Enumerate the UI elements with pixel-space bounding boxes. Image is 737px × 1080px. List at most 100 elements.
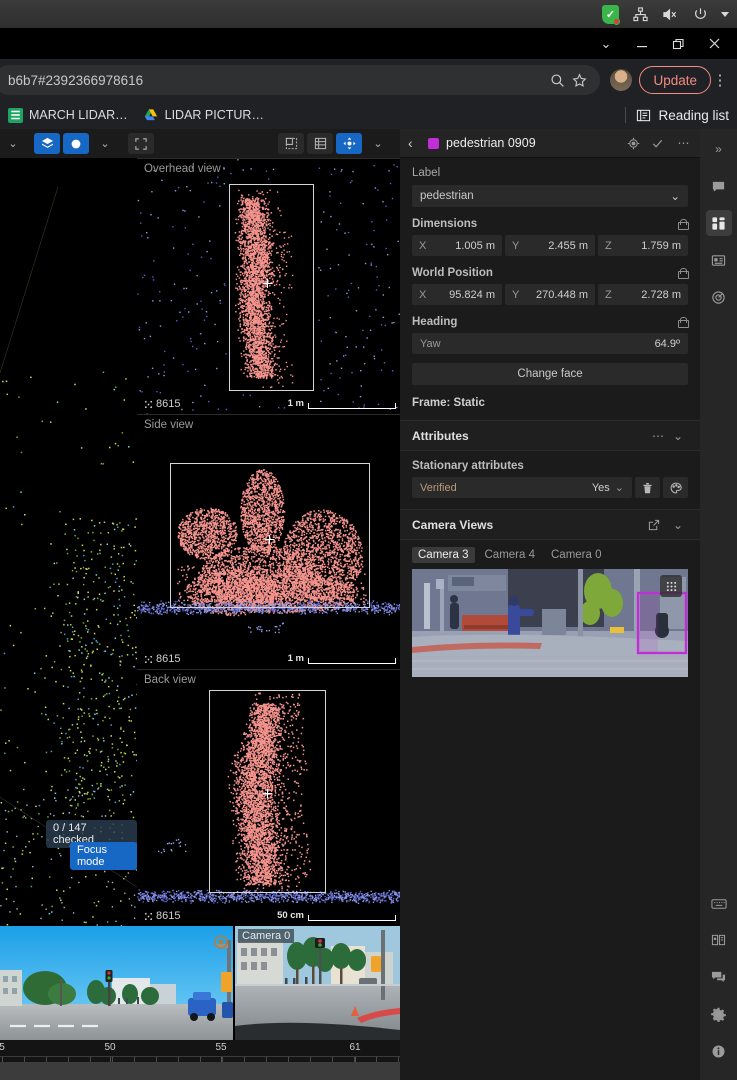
browser-toolbar: b6b7#2392366978616 Update ⋮ — [0, 59, 737, 101]
camera-preview[interactable] — [412, 569, 688, 677]
label-select[interactable]: pedestrian ⌄ — [412, 185, 688, 207]
field-value: 1.759 m — [641, 239, 681, 252]
timeline[interactable]: 5 50 55 61 — [0, 1040, 400, 1080]
view-dropdown[interactable]: ⌄ — [0, 133, 26, 154]
attributes-header[interactable]: Attributes ⋯ ⌄ — [400, 421, 700, 451]
grid-panel-icon[interactable] — [705, 210, 732, 236]
manual-icon[interactable] — [706, 927, 732, 953]
chat-icon[interactable] — [706, 964, 732, 990]
popout-icon[interactable] — [648, 519, 668, 531]
center-crosshair — [263, 279, 272, 288]
camera-thumbnail[interactable] — [0, 926, 233, 1040]
camera-thumbnail[interactable]: Camera 0 — [235, 926, 400, 1040]
settings-gear-icon[interactable] — [706, 1001, 732, 1027]
field-value: 270.448 m — [536, 288, 588, 301]
list-card-icon[interactable] — [706, 247, 732, 273]
target-icon[interactable] — [627, 137, 644, 150]
volume-muted-icon[interactable] — [661, 5, 679, 23]
change-face-button[interactable]: Change face — [412, 363, 688, 385]
power-icon[interactable] — [691, 5, 709, 23]
main-point-cloud — [0, 187, 137, 926]
drive-icon — [144, 108, 159, 123]
point-count-value: 8615 — [156, 653, 181, 665]
minimize-button[interactable] — [633, 35, 651, 53]
palette-icon[interactable] — [663, 477, 688, 498]
kebab-icon[interactable]: ⋮ — [711, 71, 729, 89]
bookmark-item[interactable]: ☰ MARCH LIDAR… — [8, 107, 128, 123]
avatar[interactable] — [610, 69, 633, 91]
check-icon[interactable] — [651, 137, 668, 150]
omnibox[interactable]: b6b7#2392366978616 — [0, 65, 601, 95]
bookmark-item[interactable]: LIDAR PICTUR… — [144, 108, 264, 123]
camera-thumbnail-strip: Camera 0 — [0, 926, 400, 1040]
tab-camera-0[interactable]: Camera 0 — [545, 547, 608, 563]
point-size-toggle[interactable] — [63, 133, 89, 154]
caret-down-icon[interactable] — [721, 11, 729, 17]
side-view-pane[interactable]: Side view 8615 1 m — [137, 414, 400, 669]
timeline-tick: 61 — [349, 1042, 361, 1053]
dimension-y-field[interactable]: Y 2.455 m — [505, 235, 595, 256]
window-more-button[interactable]: ⌄ — [597, 35, 615, 53]
single-pane-button[interactable] — [278, 133, 304, 154]
field-key: Z — [605, 239, 612, 252]
point-count-value: 8615 — [156, 910, 181, 922]
drag-handle-icon[interactable] — [660, 575, 682, 597]
pane-dropdown[interactable]: ⌄ — [365, 133, 391, 154]
chevron-down-icon[interactable]: ⌄ — [668, 518, 688, 532]
app-body: ⌄ ⌄ ⌄ 0 / 147 checked Focus mode Overhea… — [0, 129, 737, 1080]
points-icon — [144, 912, 153, 920]
focus-mode-badge[interactable]: Focus mode — [70, 842, 137, 870]
reading-list-button[interactable]: Reading list — [636, 108, 729, 123]
timeline-track[interactable] — [0, 1062, 400, 1080]
yaw-field[interactable]: Yaw 64.9º — [412, 333, 688, 354]
back-view-pane[interactable]: Back view 8615 50 cm — [137, 669, 400, 926]
comment-icon[interactable] — [706, 173, 732, 199]
layers-dropdown[interactable]: ⌄ — [92, 133, 118, 154]
viewer-toolbar: ⌄ ⌄ ⌄ — [0, 129, 400, 158]
fullscreen-button[interactable] — [128, 133, 154, 154]
field-value: 95.824 m — [449, 288, 495, 301]
attribute-key: Verified — [420, 481, 457, 494]
lock-icon[interactable] — [677, 316, 689, 328]
dimension-z-field[interactable]: Z 1.759 m — [598, 235, 688, 256]
chevron-down-icon[interactable]: ⌄ — [615, 481, 624, 494]
chevron-down-icon[interactable]: ⌄ — [668, 429, 688, 443]
network-icon[interactable] — [631, 5, 649, 23]
position-y-field[interactable]: Y 270.448 m — [505, 284, 595, 305]
info-icon[interactable] — [706, 1038, 732, 1064]
layers-toggle[interactable] — [34, 133, 60, 154]
pane-title: Overhead view — [144, 163, 221, 175]
trash-icon[interactable] — [635, 477, 660, 498]
dimension-x-field[interactable]: X 1.005 m — [412, 235, 502, 256]
scale-ruler — [308, 403, 396, 409]
url-text[interactable]: b6b7#2392366978616 — [8, 73, 546, 88]
position-z-field[interactable]: Z 2.728 m — [598, 284, 688, 305]
more-icon[interactable]: ⋯ — [648, 429, 668, 443]
search-icon[interactable] — [546, 69, 568, 91]
close-button[interactable] — [705, 35, 723, 53]
shield-check-icon[interactable]: ✓ — [602, 4, 620, 25]
tab-camera-3[interactable]: Camera 3 — [412, 547, 475, 563]
camera-views-header[interactable]: Camera Views ⌄ — [400, 510, 700, 540]
field-key: Y — [512, 288, 520, 301]
more-icon[interactable]: ⋯ — [675, 136, 692, 150]
back-arrow-icon[interactable]: ‹ — [408, 135, 421, 151]
move-tool-button[interactable] — [336, 133, 362, 154]
expand-panel-icon[interactable]: » — [706, 136, 732, 162]
lock-icon[interactable] — [677, 267, 689, 279]
split-pane-button[interactable] — [307, 133, 333, 154]
keyboard-icon[interactable] — [706, 890, 732, 916]
verified-attribute[interactable]: Verified Yes ⌄ — [412, 477, 632, 498]
position-x-field[interactable]: X 95.824 m — [412, 284, 502, 305]
timeline-ruler[interactable]: 5 50 55 61 — [0, 1040, 400, 1057]
update-button[interactable]: Update — [639, 66, 711, 94]
lock-icon[interactable] — [677, 218, 689, 230]
radar-icon[interactable] — [706, 284, 732, 310]
main-3d-viewport[interactable]: 0 / 147 checked Focus mode — [0, 158, 137, 926]
restore-button[interactable] — [669, 35, 687, 53]
overhead-view-pane[interactable]: Overhead view 8615 1 m — [137, 158, 400, 414]
star-icon[interactable] — [568, 69, 590, 91]
scale-bar: 50 cm — [277, 910, 396, 921]
stationary-attributes-heading: Stationary attributes — [412, 460, 524, 472]
tab-camera-4[interactable]: Camera 4 — [479, 547, 542, 563]
